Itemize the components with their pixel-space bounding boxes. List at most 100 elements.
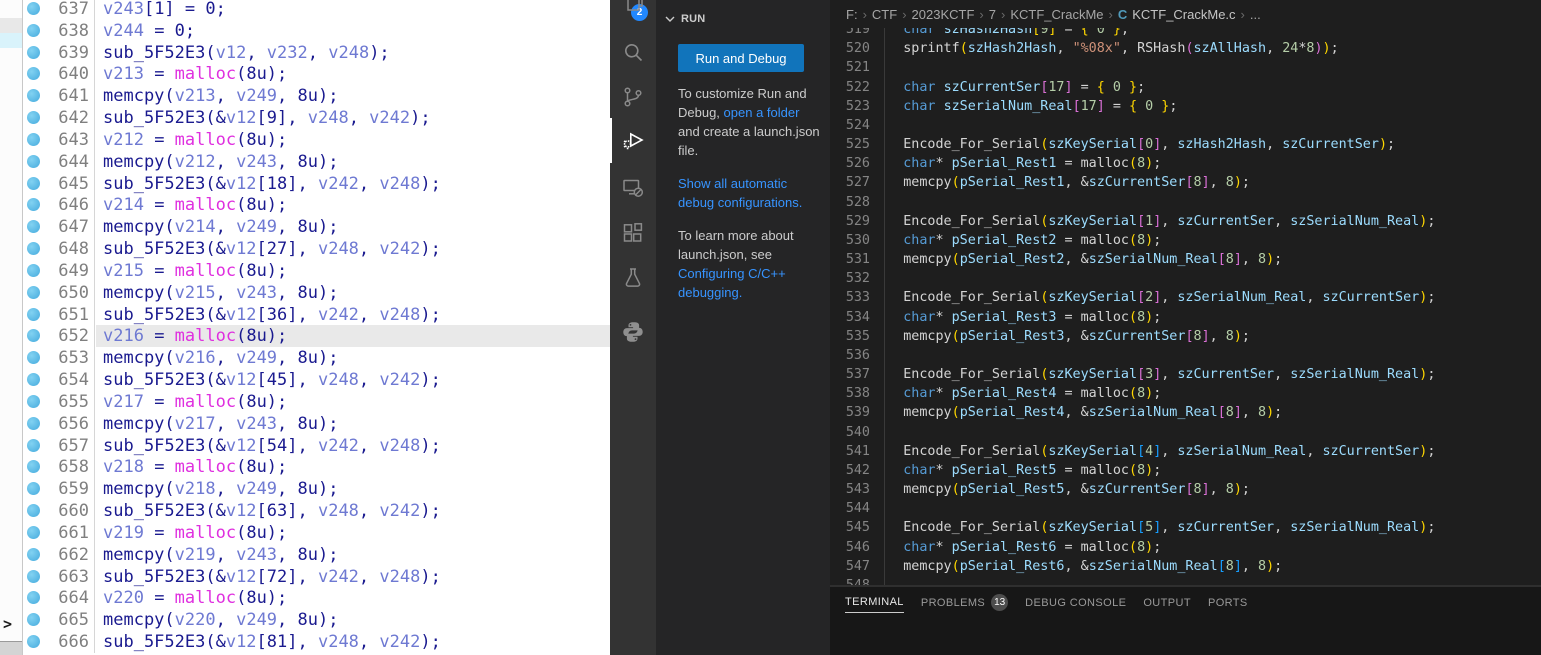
code-line[interactable]: 534 char* pSerial_Rest3 = malloc(8); xyxy=(830,308,1541,327)
breakpoint-dot[interactable] xyxy=(27,525,40,539)
panel-tab-output[interactable]: OUTPUT xyxy=(1143,597,1191,613)
code-line[interactable]: 646 v214 = malloc(8u); xyxy=(23,194,610,217)
code-line[interactable]: 530 char* pSerial_Rest2 = malloc(8); xyxy=(830,231,1541,250)
code-line[interactable]: 655 v217 = malloc(8u); xyxy=(23,390,610,413)
breakpoint-dot[interactable] xyxy=(27,504,40,518)
code-line[interactable]: 520 sprintf(szHash2Hash, "%08x", RSHash(… xyxy=(830,39,1541,58)
code-line[interactable]: 647 memcpy(v214, v249, 8u); xyxy=(23,216,610,239)
code-line[interactable]: 638 v244 = 0; xyxy=(23,19,610,42)
code-line[interactable]: 521 xyxy=(830,58,1541,77)
testing-icon[interactable] xyxy=(621,266,645,290)
code-line[interactable]: 545 Encode_For_Serial(szKeySerial[5], sz… xyxy=(830,518,1541,537)
code-line[interactable]: 531 memcpy(pSerial_Rest2, &szSerialNum_R… xyxy=(830,250,1541,269)
breakpoint-dot[interactable] xyxy=(27,591,40,605)
breakpoint-dot[interactable] xyxy=(27,329,40,343)
breadcrumb-overflow[interactable]: ... xyxy=(1250,7,1261,22)
code-line[interactable]: 525 Encode_For_Serial(szKeySerial[0], sz… xyxy=(830,135,1541,154)
code-line[interactable]: 653 memcpy(v216, v249, 8u); xyxy=(23,347,610,370)
code-line[interactable]: 524 xyxy=(830,116,1541,135)
breakpoint-dot[interactable] xyxy=(27,242,40,256)
code-line[interactable]: 641 memcpy(v213, v249, 8u); xyxy=(23,85,610,108)
code-line[interactable]: 658 v218 = malloc(8u); xyxy=(23,456,610,479)
terminal-content[interactable]: 6535869776937694769681636582180944305012… xyxy=(845,623,1541,655)
python-icon[interactable] xyxy=(621,320,645,344)
breakpoint-dot[interactable] xyxy=(27,416,40,430)
breakpoint-dot[interactable] xyxy=(27,132,40,146)
code-line[interactable]: 642 sub_5F52E3(&v12[9], v248, v242); xyxy=(23,107,610,130)
code-line[interactable]: 540 xyxy=(830,423,1541,442)
code-line[interactable]: 538 char* pSerial_Rest4 = malloc(8); xyxy=(830,384,1541,403)
breadcrumb-item[interactable]: KCTF_CrackMe xyxy=(1010,7,1103,22)
run-panel-link[interactable]: open a folder xyxy=(724,105,800,120)
code-line[interactable]: 544 xyxy=(830,499,1541,518)
code-line[interactable]: 523 char szSerialNum_Real[17] = { 0 }; xyxy=(830,97,1541,116)
breakpoint-dot[interactable] xyxy=(27,23,40,37)
panel-tab-ports[interactable]: PORTS xyxy=(1208,597,1248,613)
breakpoint-dot[interactable] xyxy=(27,89,40,103)
code-line[interactable]: 645 sub_5F52E3(&v12[18], v242, v248); xyxy=(23,172,610,195)
code-line[interactable]: 649 v215 = malloc(8u); xyxy=(23,259,610,282)
code-line[interactable]: 542 char* pSerial_Rest5 = malloc(8); xyxy=(830,461,1541,480)
breadcrumb-item[interactable]: CTF xyxy=(872,7,897,22)
code-line[interactable]: 648 sub_5F52E3(&v12[27], v248, v242); xyxy=(23,238,610,261)
code-line[interactable]: 640 v213 = malloc(8u); xyxy=(23,63,610,86)
code-line[interactable]: 651 sub_5F52E3(&v12[36], v242, v248); xyxy=(23,303,610,326)
breakpoint-dot[interactable] xyxy=(27,482,40,496)
breakpoint-dot[interactable] xyxy=(27,111,40,125)
code-line[interactable]: 535 memcpy(pSerial_Rest3, &szCurrentSer[… xyxy=(830,327,1541,346)
breadcrumb-file[interactable]: C KCTF_CrackMe.c xyxy=(1118,7,1236,22)
code-line[interactable]: 666 sub_5F52E3(&v12[81], v248, v242); xyxy=(23,631,610,654)
breakpoint-dot[interactable] xyxy=(27,460,40,474)
panel-expand-arrow-icon[interactable]: > xyxy=(3,615,21,637)
breakpoint-dot[interactable] xyxy=(27,176,40,190)
code-line[interactable]: 657 sub_5F52E3(&v12[54], v242, v248); xyxy=(23,434,610,457)
code-line[interactable]: 546 char* pSerial_Rest6 = malloc(8); xyxy=(830,538,1541,557)
code-line[interactable]: 654 sub_5F52E3(&v12[45], v248, v242); xyxy=(23,369,610,392)
breakpoint-dot[interactable] xyxy=(27,154,40,168)
breadcrumb-item[interactable]: 2023KCTF xyxy=(912,7,975,22)
code-line[interactable]: 663 sub_5F52E3(&v12[72], v242, v248); xyxy=(23,565,610,588)
run-panel-link[interactable]: Show all automatic debug configurations. xyxy=(678,176,802,210)
run-panel-link[interactable]: Configuring C/C++ debugging. xyxy=(678,266,786,300)
code-editor[interactable]: 519 char szHash2Hash[9] = { 0 }; 520 spri… xyxy=(830,0,1541,593)
code-line[interactable]: 543 memcpy(pSerial_Rest5, &szCurrentSer[… xyxy=(830,480,1541,499)
breakpoint-dot[interactable] xyxy=(27,307,40,321)
source-control-icon[interactable] xyxy=(621,85,645,109)
breadcrumb-item[interactable]: F: xyxy=(846,7,858,22)
code-line[interactable]: 522 char szCurrentSer[17] = { 0 }; xyxy=(830,78,1541,97)
remote-explorer-icon[interactable] xyxy=(621,176,645,200)
breakpoint-dot[interactable] xyxy=(27,351,40,365)
breakpoint-dot[interactable] xyxy=(27,438,40,452)
code-line[interactable]: 660 sub_5F52E3(&v12[63], v248, v242); xyxy=(23,500,610,523)
run-and-debug-button[interactable]: Run and Debug xyxy=(678,44,804,72)
code-line[interactable]: 656 memcpy(v217, v243, 8u); xyxy=(23,412,610,435)
panel-tab-problems[interactable]: PROBLEMS 13 xyxy=(921,594,1009,615)
extensions-icon[interactable] xyxy=(621,221,645,245)
breakpoint-dot[interactable] xyxy=(27,394,40,408)
code-line[interactable]: 528 xyxy=(830,193,1541,212)
files-icon[interactable] xyxy=(621,0,645,14)
breakpoint-dot[interactable] xyxy=(27,373,40,387)
code-line[interactable]: 527 memcpy(pSerial_Rest1, &szCurrentSer[… xyxy=(830,173,1541,192)
code-line[interactable]: 529 Encode_For_Serial(szKeySerial[1], sz… xyxy=(830,212,1541,231)
code-line[interactable]: 537 Encode_For_Serial(szKeySerial[3], sz… xyxy=(830,365,1541,384)
code-line[interactable]: 665 memcpy(v220, v249, 8u); xyxy=(23,609,610,632)
code-line[interactable]: 541 Encode_For_Serial(szKeySerial[4], sz… xyxy=(830,442,1541,461)
breakpoint-dot[interactable] xyxy=(27,569,40,583)
code-line[interactable]: 526 char* pSerial_Rest1 = malloc(8); xyxy=(830,154,1541,173)
code-line[interactable]: 644 memcpy(v212, v243, 8u); xyxy=(23,150,610,173)
run-section-header[interactable]: RUN xyxy=(662,11,705,27)
code-line[interactable]: 659 memcpy(v218, v249, 8u); xyxy=(23,478,610,501)
code-line[interactable]: 637 v243[1] = 0; xyxy=(23,0,610,20)
panel-tab-debug-console[interactable]: DEBUG CONSOLE xyxy=(1025,597,1126,613)
code-line[interactable]: 652 v216 = malloc(8u); xyxy=(23,325,610,348)
code-line[interactable]: 532 xyxy=(830,269,1541,288)
code-line[interactable]: 536 xyxy=(830,346,1541,365)
code-line[interactable]: 643 v212 = malloc(8u); xyxy=(23,128,610,151)
code-line[interactable]: 639 sub_5F52E3(v12, v232, v248); xyxy=(23,41,610,64)
breakpoint-dot[interactable] xyxy=(27,547,40,561)
breakpoint-dot[interactable] xyxy=(27,198,40,212)
breakpoint-dot[interactable] xyxy=(27,45,40,59)
code-line[interactable]: 547 memcpy(pSerial_Rest6, &szSerialNum_R… xyxy=(830,557,1541,576)
code-line[interactable]: 539 memcpy(pSerial_Rest4, &szSerialNum_R… xyxy=(830,403,1541,422)
